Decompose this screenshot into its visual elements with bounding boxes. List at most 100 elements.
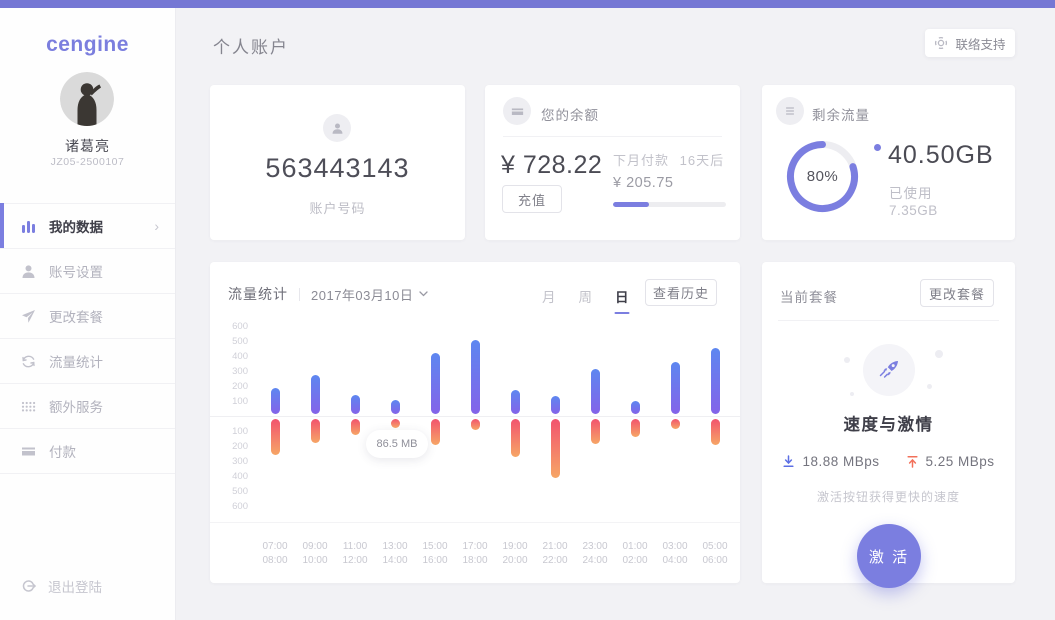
y-axis-label: 400 xyxy=(210,471,248,482)
grid-dots-icon xyxy=(20,398,37,415)
user-icon xyxy=(20,263,37,280)
traffic-bar-down[interactable] xyxy=(471,419,480,430)
divider xyxy=(503,136,722,137)
page-title: 个人账户 xyxy=(213,33,289,58)
traffic-bar-down[interactable] xyxy=(391,419,400,428)
upload-speed: 5.25 MBps xyxy=(906,454,995,469)
decor-dot xyxy=(935,350,943,358)
traffic-bar-up[interactable] xyxy=(551,396,560,414)
sidebar-item-my-data[interactable]: 我的数据 › xyxy=(0,204,175,249)
traffic-bar-down[interactable] xyxy=(431,419,440,445)
menu-lines-icon xyxy=(776,97,804,125)
plan-speeds: 18.88 MBps 5.25 MBps xyxy=(762,454,1015,469)
x-axis-label: 05:0006:00 xyxy=(693,540,737,568)
recharge-button[interactable]: 充值 xyxy=(502,185,562,213)
traffic-bar-up[interactable] xyxy=(591,369,600,414)
contact-support-button[interactable]: 联络支持 xyxy=(925,29,1015,57)
chart-tooltip: 86.5 MB xyxy=(366,430,428,458)
decor-dot xyxy=(850,392,854,396)
traffic-bar-down[interactable] xyxy=(511,419,520,457)
life-buoy-icon xyxy=(934,36,948,50)
used-data-label: 已使用 xyxy=(889,182,933,202)
traffic-bar-up[interactable] xyxy=(271,388,280,414)
traffic-bar-up[interactable] xyxy=(471,340,480,414)
y-axis-label: 100 xyxy=(210,426,248,437)
sidebar-item-account-settings[interactable]: 账号设置 xyxy=(0,249,175,294)
y-axis-label: 300 xyxy=(210,456,248,467)
rocket-badge xyxy=(863,344,915,396)
sidebar-item-traffic-stats[interactable]: 流量统计 xyxy=(0,339,175,384)
traffic-bar-up[interactable] xyxy=(311,375,320,414)
sidebar-item-change-plan[interactable]: 更改套餐 xyxy=(0,294,175,339)
x-axis-label: 13:0014:00 xyxy=(373,540,417,568)
y-axis-label: 600 xyxy=(210,501,248,512)
avatar[interactable] xyxy=(60,72,114,126)
y-axis-label: 300 xyxy=(210,366,248,377)
payment-progress-fill xyxy=(613,202,649,207)
x-axis-label: 09:0010:00 xyxy=(293,540,337,568)
traffic-chart-plot: 86.5 MB 10010020020030030040040050050060… xyxy=(210,262,740,583)
remaining-data-card: 剩余流量 80% 40.50GB 已使用 7.35GB xyxy=(762,85,1015,240)
balance-title: 您的余额 xyxy=(541,104,599,124)
traffic-chart-card: 流量统计 2017年03月10日 月 周 日 查看历史 86.5 MB 1001… xyxy=(210,262,740,583)
traffic-bar-down[interactable] xyxy=(711,419,720,445)
traffic-bar-down[interactable] xyxy=(271,419,280,455)
sidebar-item-label: 我的数据 xyxy=(49,216,103,236)
traffic-bar-down[interactable] xyxy=(351,419,360,435)
upload-speed-value: 5.25 MBps xyxy=(926,454,995,469)
chart-zero-line xyxy=(210,416,740,417)
used-data-value: 7.35GB xyxy=(889,203,938,218)
credit-card-icon xyxy=(20,443,37,460)
brand-logo: cengine xyxy=(0,33,175,57)
next-payment-label: 下月付款 16天后 xyxy=(613,150,724,169)
traffic-bar-up[interactable] xyxy=(671,362,680,415)
data-donut-chart: 80% xyxy=(786,140,859,213)
user-name: 诸葛亮 xyxy=(0,136,175,156)
traffic-bar-down[interactable] xyxy=(671,419,680,429)
sidebar-item-payment[interactable]: 付款 xyxy=(0,429,175,474)
traffic-bar-up[interactable] xyxy=(431,353,440,414)
logout-button[interactable]: 退出登陆 xyxy=(20,576,102,596)
decor-dot xyxy=(927,384,932,389)
balance-amount: ¥ 728.22 xyxy=(501,151,602,180)
traffic-bar-up[interactable] xyxy=(511,390,520,414)
download-speed-value: 18.88 MBps xyxy=(802,454,879,469)
y-axis-label: 100 xyxy=(210,396,248,407)
y-axis-label: 500 xyxy=(210,336,248,347)
next-payment-amount: ¥ 205.75 xyxy=(613,175,673,191)
traffic-bar-up[interactable] xyxy=(351,395,360,414)
y-axis-label: 400 xyxy=(210,351,248,362)
plan-note: 激活按钮获得更快的速度 xyxy=(762,488,1015,505)
sidebar-item-label: 额外服务 xyxy=(49,396,103,416)
traffic-bar-down[interactable] xyxy=(311,419,320,443)
download-icon xyxy=(782,455,795,468)
y-axis-label: 200 xyxy=(210,381,248,392)
next-payment-due: 16天后 xyxy=(680,153,724,168)
sidebar-menu: 我的数据 › 账号设置 更改套餐 流量统计 额外服务 xyxy=(0,203,175,474)
contact-support-label: 联络支持 xyxy=(955,34,1005,53)
traffic-bar-down[interactable] xyxy=(631,419,640,437)
divider xyxy=(778,320,999,321)
current-plan-card: 当前套餐 更改套餐 速度与激情 18.88 MBps 5.25 MBps xyxy=(762,262,1015,583)
traffic-bar-up[interactable] xyxy=(391,400,400,414)
top-accent-bar xyxy=(0,0,1055,8)
traffic-bar-up[interactable] xyxy=(711,348,720,414)
change-plan-button[interactable]: 更改套餐 xyxy=(920,279,994,307)
sidebar-item-label: 流量统计 xyxy=(49,351,103,371)
sidebar-item-label: 账号设置 xyxy=(49,261,103,281)
x-axis-label: 01:0002:00 xyxy=(613,540,657,568)
sidebar: cengine 诸葛亮 JZ05-2500107 我的数据 › 账号设置 xyxy=(0,8,176,620)
upload-icon xyxy=(906,455,919,468)
logout-icon xyxy=(20,578,36,594)
traffic-bar-down[interactable] xyxy=(591,419,600,444)
activate-button[interactable]: 激 活 xyxy=(857,524,921,588)
payment-progress-bar xyxy=(613,202,726,207)
sidebar-item-label: 更改套餐 xyxy=(49,306,103,326)
traffic-bar-down[interactable] xyxy=(551,419,560,478)
balance-card: 您的余额 ¥ 728.22 充值 下月付款 16天后 ¥ 205.75 xyxy=(485,85,740,240)
chart-baseline xyxy=(210,522,740,523)
x-axis-label: 21:0022:00 xyxy=(533,540,577,568)
traffic-bar-up[interactable] xyxy=(631,401,640,415)
sidebar-item-extra-services[interactable]: 额外服务 xyxy=(0,384,175,429)
plan-name: 速度与激情 xyxy=(762,411,1015,435)
